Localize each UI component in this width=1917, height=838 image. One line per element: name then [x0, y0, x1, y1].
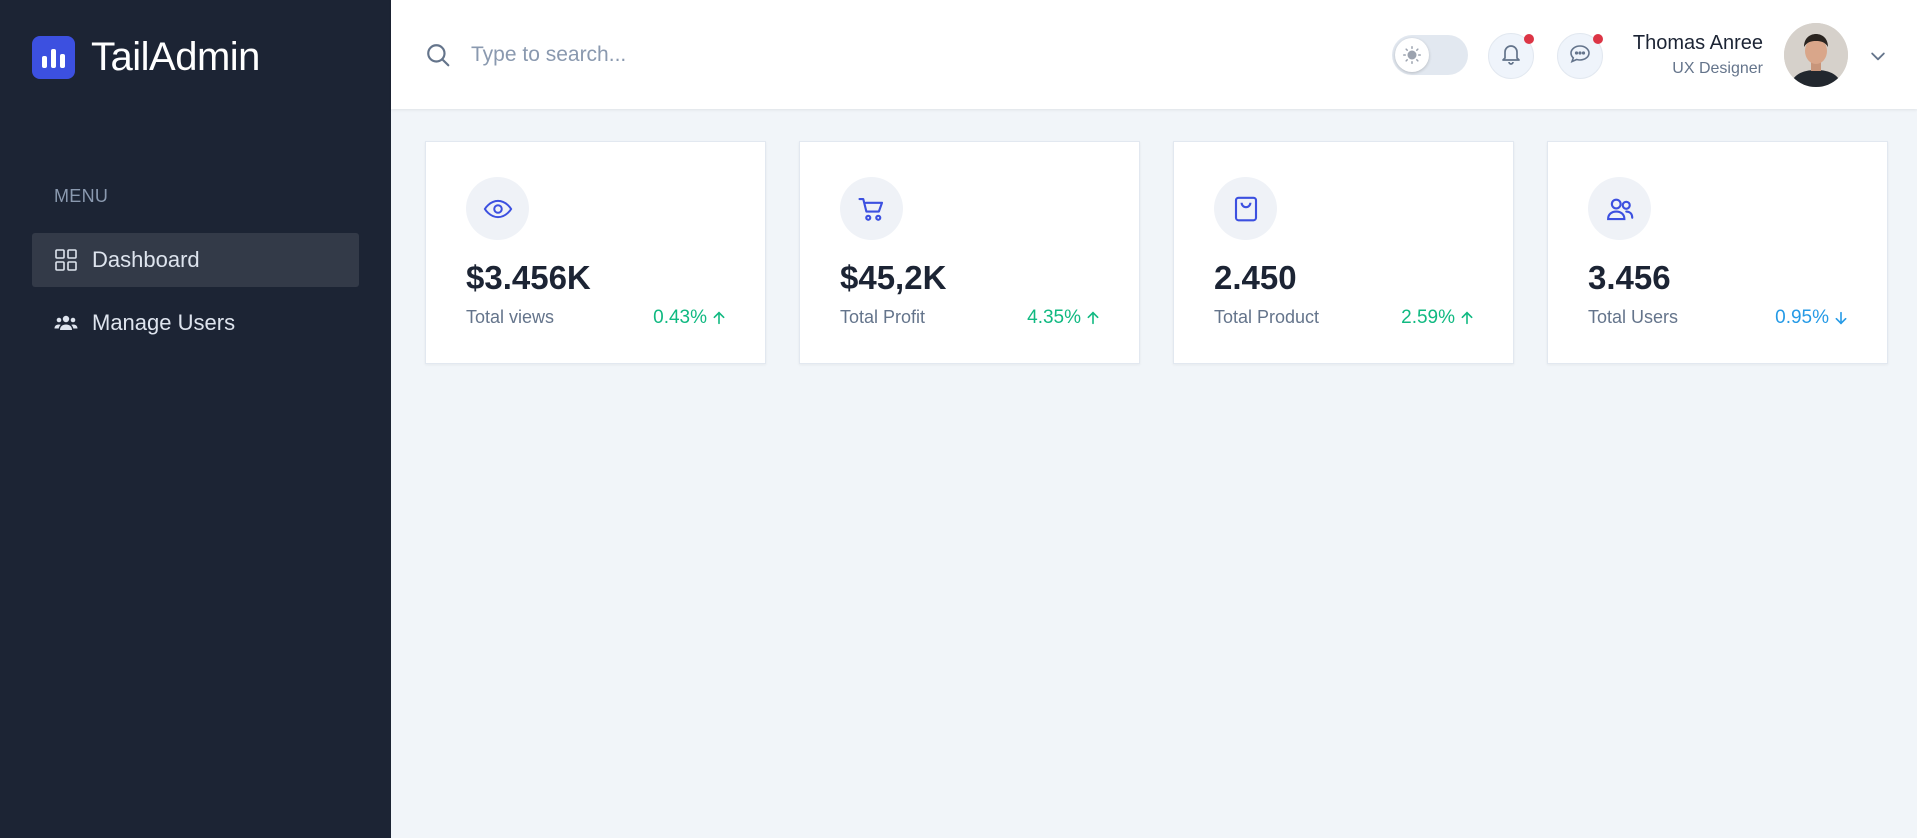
user-role: UX Designer: [1672, 60, 1763, 77]
notification-badge-dot: [1524, 34, 1534, 44]
arrow-up-icon: [1461, 311, 1473, 325]
cart-icon: [840, 177, 903, 240]
sidebar: TailAdmin MENU Dashboard Manage Users: [0, 0, 391, 838]
stat-change: 0.43%: [653, 307, 727, 329]
stat-value: 2.450: [1214, 259, 1297, 296]
stat-card-views: $3.456K Total views 0.43%: [425, 141, 766, 364]
sun-icon: [1395, 38, 1429, 72]
stat-label: Total Product: [1214, 307, 1320, 327]
stat-value: $45,2K: [840, 259, 947, 296]
bag-icon: [1214, 177, 1277, 240]
notifications-button[interactable]: [1488, 33, 1534, 79]
stat-card-profit: $45,2K Total Profit 4.35%: [799, 141, 1140, 364]
stat-change-value: 0.43%: [653, 307, 707, 328]
avatar[interactable]: [1784, 23, 1848, 87]
top-header: Thomas Anree UX Designer: [391, 0, 1917, 109]
chevron-down-icon[interactable]: [1868, 46, 1888, 71]
users-icon: [54, 311, 78, 335]
arrow-down-icon: [1835, 311, 1847, 325]
eye-icon: [466, 177, 529, 240]
arrow-up-icon: [713, 311, 725, 325]
stat-change: 4.35%: [1027, 307, 1101, 329]
search-icon[interactable]: [425, 42, 451, 73]
stat-change: 2.59%: [1401, 307, 1475, 329]
theme-toggle[interactable]: [1392, 35, 1468, 75]
sidebar-item-label: Dashboard: [92, 247, 200, 272]
grid-icon: [54, 248, 78, 272]
stat-card-users: 3.456 Total Users 0.95%: [1547, 141, 1888, 364]
brand-logo[interactable]: TailAdmin: [32, 35, 260, 80]
bell-icon: [1499, 42, 1523, 71]
message-badge-dot: [1593, 34, 1603, 44]
messages-button[interactable]: [1557, 33, 1603, 79]
users-icon: [1588, 177, 1651, 240]
stat-label: Total Users: [1588, 307, 1679, 327]
search-input[interactable]: [471, 38, 971, 72]
arrow-up-icon: [1087, 311, 1099, 325]
menu-heading: MENU: [54, 186, 109, 206]
stat-change-value: 4.35%: [1027, 307, 1081, 328]
user-name[interactable]: Thomas Anree: [1633, 32, 1763, 55]
stat-value: 3.456: [1588, 259, 1671, 296]
stat-change-value: 2.59%: [1401, 307, 1455, 328]
sidebar-item-manage-users[interactable]: Manage Users: [32, 296, 359, 350]
stat-card-product: 2.450 Total Product 2.59%: [1173, 141, 1514, 364]
logo-chart-icon: [32, 36, 75, 79]
stat-change: 0.95%: [1775, 307, 1849, 329]
brand-name: TailAdmin: [91, 35, 260, 79]
stat-label: Total views: [466, 307, 555, 327]
stat-value: $3.456K: [466, 259, 591, 296]
stat-label: Total Profit: [840, 307, 926, 327]
sidebar-item-label: Manage Users: [92, 310, 236, 335]
stat-change-value: 0.95%: [1775, 307, 1829, 328]
chat-icon: [1568, 42, 1592, 71]
sidebar-item-dashboard[interactable]: Dashboard: [32, 233, 359, 287]
